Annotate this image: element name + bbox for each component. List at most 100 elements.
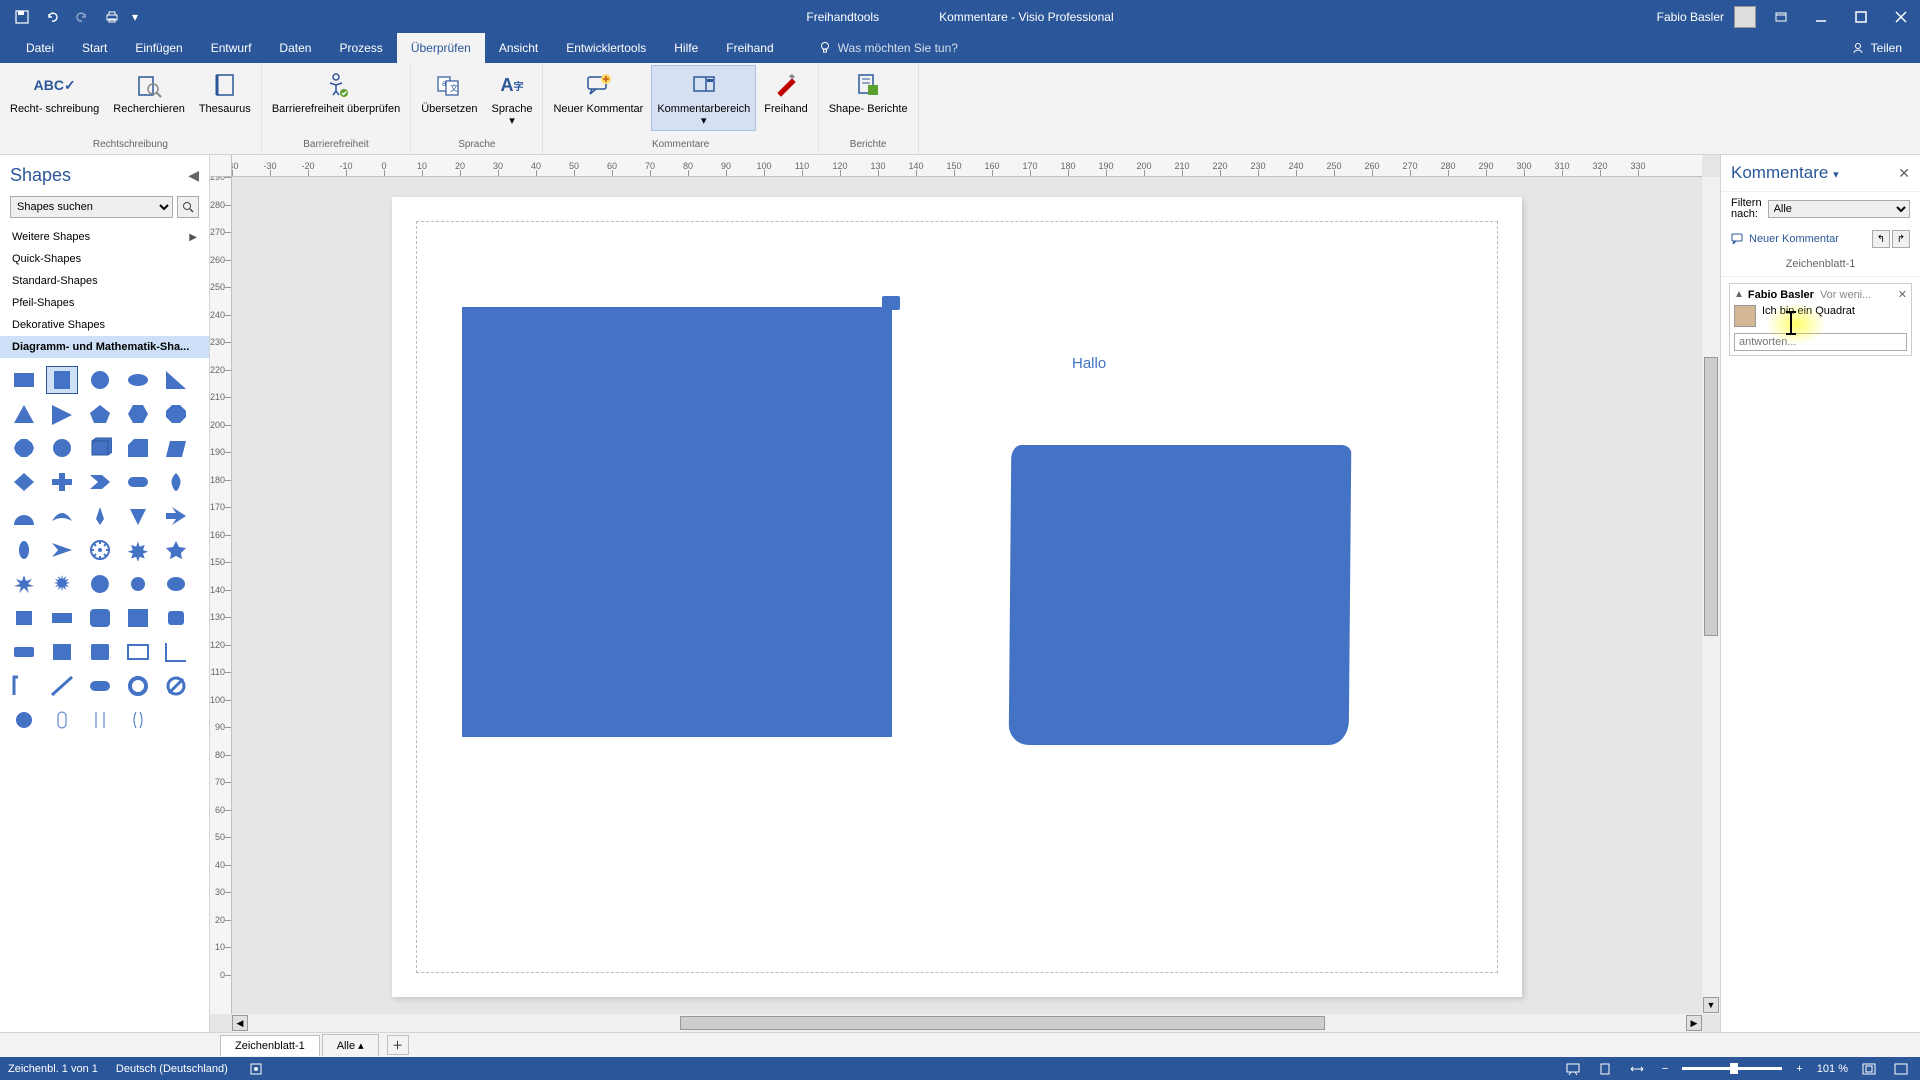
h-scroll-right[interactable]: ▶ (1686, 1015, 1702, 1031)
shape-stencil-45[interactable] (8, 672, 40, 700)
shape-stencil-50[interactable] (8, 706, 40, 734)
zoom-level[interactable]: 101 % (1817, 1063, 1848, 1075)
canvas-viewport[interactable]: Hallo (232, 177, 1702, 1014)
shape-stencil-19[interactable] (160, 468, 192, 496)
shape-stencil-40[interactable] (8, 638, 40, 666)
shape-stencil-15[interactable] (8, 468, 40, 496)
new-comment-button[interactable]: Neuer Kommentar (547, 65, 649, 119)
shape-stencil-30[interactable] (8, 570, 40, 598)
shape-stencil-12[interactable] (84, 434, 116, 462)
vertical-ruler[interactable]: 2902802702602502402302202102001901801701… (210, 177, 232, 1014)
shape-stencil-48[interactable] (122, 672, 154, 700)
shape-stencil-43[interactable] (122, 638, 154, 666)
shape-stencil-8[interactable] (122, 400, 154, 428)
shape-stencil-49[interactable] (160, 672, 192, 700)
shape-stencil-9[interactable] (160, 400, 192, 428)
avatar[interactable] (1734, 6, 1756, 28)
shape-stencil-4[interactable] (160, 366, 192, 394)
macro-record-button[interactable] (246, 1061, 266, 1077)
maximize-button[interactable] (1846, 2, 1876, 32)
shape-stencil-7[interactable] (84, 400, 116, 428)
shapes-search-select[interactable]: Shapes suchen (10, 196, 173, 218)
shape-stencil-23[interactable] (122, 502, 154, 530)
language-button[interactable]: A字Sprache▾ (485, 65, 538, 131)
horizontal-scrollbar[interactable]: ◀ ▶ (232, 1014, 1702, 1032)
shape-stencil-52[interactable] (84, 706, 116, 734)
shape-stencil-37[interactable] (84, 604, 116, 632)
fit-width-button[interactable] (1626, 1061, 1648, 1077)
delete-comment-button[interactable]: ✕ (1898, 288, 1907, 301)
research-button[interactable]: Recherchieren (107, 65, 191, 119)
shape-stencil-11[interactable] (46, 434, 78, 462)
shape-stencil-18[interactable] (122, 468, 154, 496)
shapes-cat-quick[interactable]: Quick-Shapes (0, 248, 209, 270)
undo-button[interactable] (38, 3, 66, 31)
shape-stencil-27[interactable] (84, 536, 116, 564)
shape-stencil-26[interactable] (46, 536, 78, 564)
shapes-cat-standard[interactable]: Standard-Shapes (0, 270, 209, 292)
tab-daten[interactable]: Daten (265, 33, 325, 63)
comment-item[interactable]: ▲ Fabio Basler Vor weni... ✕ Ich bin ein… (1729, 283, 1912, 356)
shape-stencil-53[interactable] (122, 706, 154, 734)
shape-stencil-39[interactable] (160, 604, 192, 632)
shapes-cat-arrow[interactable]: Pfeil-Shapes (0, 292, 209, 314)
shape-reports-button[interactable]: Shape- Berichte (823, 65, 914, 119)
drawing-page[interactable]: Hallo (392, 197, 1522, 997)
comment-indicator-icon[interactable] (882, 296, 900, 310)
shape-stencil-42[interactable] (84, 638, 116, 666)
comment-pane-button[interactable]: Kommentarbereich▾ (651, 65, 756, 131)
shape-stencil-0[interactable] (8, 366, 40, 394)
next-comment-button[interactable]: ↱ (1892, 230, 1910, 248)
collapse-icon[interactable]: ▲ (1734, 289, 1744, 300)
page-tab-all[interactable]: Alle ▴ (322, 1034, 379, 1056)
tab-einfuegen[interactable]: Einfügen (121, 33, 196, 63)
tab-ansicht[interactable]: Ansicht (485, 33, 552, 63)
shape-stencil-29[interactable] (160, 536, 192, 564)
close-button[interactable] (1886, 2, 1916, 32)
h-scroll-left[interactable]: ◀ (232, 1015, 248, 1031)
new-comment-link[interactable]: Neuer Kommentar (1731, 232, 1839, 246)
redo-button[interactable] (68, 3, 96, 31)
page-tab-1[interactable]: Zeichenblatt-1 (220, 1035, 320, 1056)
reply-input[interactable] (1734, 333, 1907, 351)
tab-entwurf[interactable]: Entwurf (197, 33, 266, 63)
shape-stencil-44[interactable] (160, 638, 192, 666)
ribbon-display-options[interactable] (1766, 2, 1796, 32)
shape-stencil-2[interactable] (84, 366, 116, 394)
ink-button[interactable]: Freihand (758, 65, 813, 119)
shape-stencil-13[interactable] (122, 434, 154, 462)
add-page-button[interactable]: ＋ (387, 1035, 409, 1055)
share-button[interactable]: Teilen (1833, 33, 1920, 63)
shapes-search-button[interactable] (177, 196, 199, 218)
shape-stencil-46[interactable] (46, 672, 78, 700)
shape-stencil-41[interactable] (46, 638, 78, 666)
tab-entwicklertools[interactable]: Entwicklertools (552, 33, 660, 63)
tab-prozess[interactable]: Prozess (325, 33, 396, 63)
shape-stencil-31[interactable] (46, 570, 78, 598)
h-scroll-thumb[interactable] (680, 1016, 1325, 1030)
shape-stencil-20[interactable] (8, 502, 40, 530)
zoom-out-button[interactable]: − (1658, 1061, 1672, 1077)
shapes-panel-collapse[interactable]: ◀ (188, 167, 199, 184)
shape-stencil-25[interactable] (8, 536, 40, 564)
filter-select[interactable]: Alle (1768, 200, 1910, 218)
shape-stencil-14[interactable] (160, 434, 192, 462)
translate-button[interactable]: a文Übersetzen (415, 65, 483, 119)
shape-stencil-36[interactable] (46, 604, 78, 632)
shape-stencil-38[interactable] (122, 604, 154, 632)
shape-stencil-1[interactable] (46, 366, 78, 394)
shape-square-1[interactable] (462, 307, 892, 737)
tell-me-search[interactable] (818, 33, 1038, 63)
text-hallo[interactable]: Hallo (1072, 355, 1106, 372)
shapes-cat-decorative[interactable]: Dekorative Shapes (0, 314, 209, 336)
shape-stencil-34[interactable] (160, 570, 192, 598)
spellcheck-button[interactable]: ABC✓Recht- schreibung (4, 65, 105, 119)
fullscreen-button[interactable] (1890, 1061, 1912, 1077)
shape-stencil-17[interactable] (84, 468, 116, 496)
tab-hilfe[interactable]: Hilfe (660, 33, 712, 63)
fit-page-button[interactable] (1594, 1061, 1616, 1077)
zoom-slider[interactable] (1682, 1067, 1782, 1070)
zoom-in-button[interactable]: + (1792, 1061, 1806, 1077)
save-button[interactable] (8, 3, 36, 31)
prev-comment-button[interactable]: ↰ (1872, 230, 1890, 248)
